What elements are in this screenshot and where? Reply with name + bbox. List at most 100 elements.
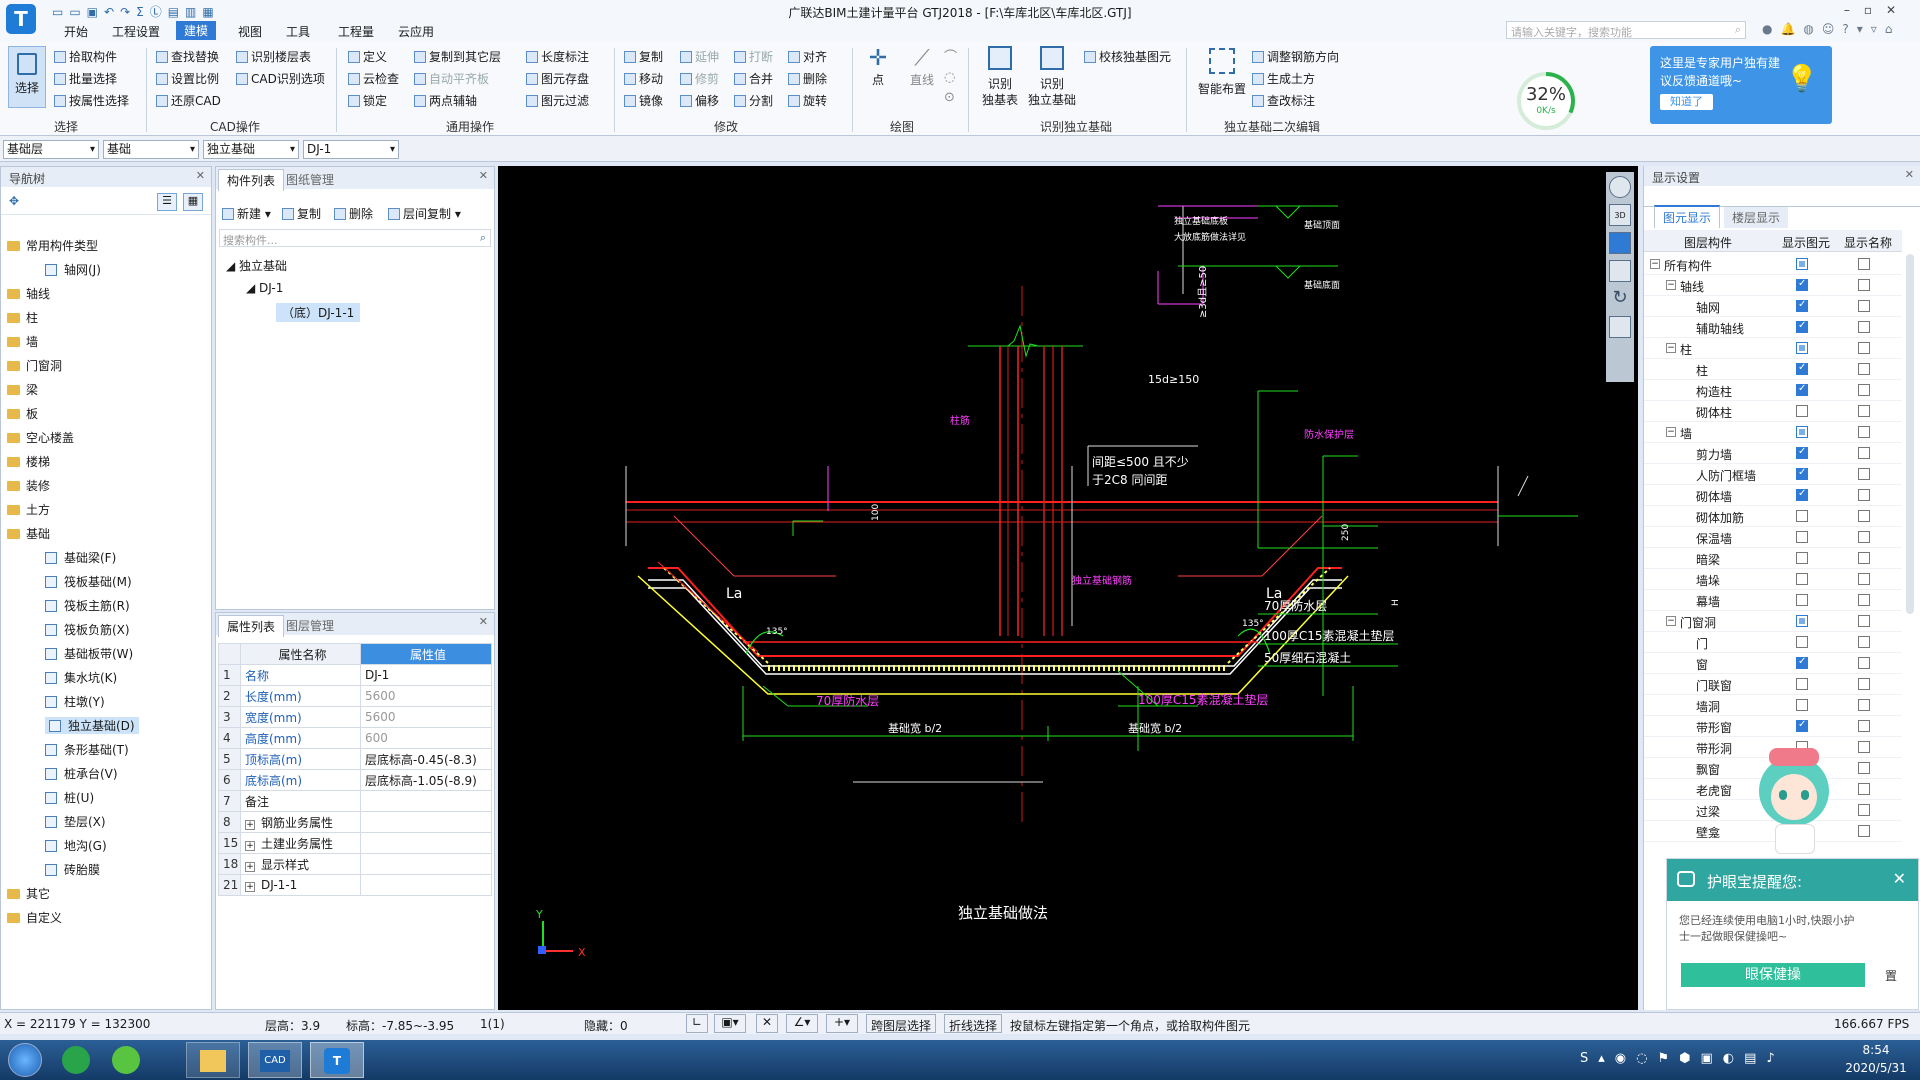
show-name-checkbox[interactable] <box>1858 258 1870 270</box>
mirror-button[interactable]: 镜像 <box>624 92 663 109</box>
tree-foundation-root[interactable]: ◢ 独立基础 <box>226 257 287 274</box>
check-foundation-button[interactable]: 校核独基图元 <box>1084 48 1171 65</box>
merge-button[interactable]: 合并 <box>734 70 773 87</box>
search-input[interactable]: 请输入关键字，搜索功能 ⌕ <box>1506 21 1746 39</box>
show-element-checkbox[interactable] <box>1796 446 1808 459</box>
nav-item-raft-foundation[interactable]: 筏板基础(M) <box>45 573 132 590</box>
file-explorer-icon[interactable] <box>186 1042 240 1078</box>
nav-item-raft-main-rebar[interactable]: 筏板主筋(R) <box>45 597 130 614</box>
component-close-icon[interactable]: ✕ <box>479 169 488 182</box>
move-button[interactable]: 移动 <box>624 70 663 87</box>
app-logo-icon[interactable]: T <box>6 4 36 34</box>
show-element-checkbox[interactable] <box>1796 636 1808 648</box>
group-draw[interactable]: 绘图 <box>890 118 914 135</box>
collapse-icon[interactable]: − <box>1666 343 1676 353</box>
offset-button[interactable]: 偏移 <box>680 92 719 109</box>
property-row[interactable]: 5 顶标高(m) 层底标高-0.45(-8.3) <box>218 748 492 770</box>
extend-button[interactable]: 延伸 <box>680 48 719 65</box>
nav-item-beam[interactable]: 梁 <box>7 381 38 398</box>
show-name-checkbox[interactable] <box>1858 678 1870 690</box>
nav-item-hollow-floor[interactable]: 空心楼盖 <box>7 429 74 446</box>
check-annotation-button[interactable]: 查改标注 <box>1252 92 1315 109</box>
recog-table-button[interactable]: 识别 独基表 <box>978 46 1022 108</box>
property-value[interactable] <box>360 790 492 812</box>
top-view-icon[interactable] <box>1609 232 1631 254</box>
cad-options-button[interactable]: CAD识别选项 <box>236 70 325 87</box>
rotate-button[interactable]: 旋转 <box>788 92 827 109</box>
show-name-checkbox[interactable] <box>1858 573 1870 585</box>
copy-between-floors-button[interactable]: 层间复制 ▾ <box>388 205 461 222</box>
component-search-input[interactable]: 搜索构件... ⌕ <box>219 229 491 247</box>
find-replace-button[interactable]: 查找替换 <box>156 48 219 65</box>
draw-extra-icons[interactable]: ⌒ ◌ ⊙ <box>944 48 957 108</box>
show-name-checkbox[interactable] <box>1858 720 1870 732</box>
3d-view-icon[interactable]: 3D <box>1609 204 1631 226</box>
copy-to-floor-button[interactable]: 复制到其它层 <box>414 48 501 65</box>
nav-item-column-pier[interactable]: 柱墩(Y) <box>45 693 105 710</box>
property-value[interactable] <box>360 874 492 896</box>
show-element-checkbox[interactable] <box>1796 426 1808 438</box>
property-value[interactable]: 5600 <box>360 706 492 728</box>
show-element-checkbox[interactable] <box>1796 467 1808 480</box>
tab-layer-mgmt[interactable]: 图层管理 <box>278 615 342 636</box>
orbit-icon[interactable] <box>1609 176 1631 198</box>
show-element-checkbox[interactable] <box>1796 278 1808 291</box>
nav-item-other[interactable]: 其它 <box>7 885 50 902</box>
nav-item-raft-neg-rebar[interactable]: 筏板负筋(X) <box>45 621 130 638</box>
select-by-attr-button[interactable]: 按属性选择 <box>54 92 129 109</box>
trim-button[interactable]: 修剪 <box>680 70 719 87</box>
expand-icon[interactable]: + <box>245 840 255 851</box>
group-select[interactable]: 选择 <box>54 118 78 135</box>
nav-item-pile[interactable]: 桩(U) <box>45 789 94 806</box>
show-element-checkbox[interactable] <box>1796 258 1808 270</box>
show-name-checkbox[interactable] <box>1858 384 1870 396</box>
user-icons[interactable]: ●🔔◍☺?▾▿⌂ <box>1762 22 1900 36</box>
group-common[interactable]: 通用操作 <box>446 118 494 135</box>
show-name-checkbox[interactable] <box>1858 657 1870 669</box>
nav-item-strip-foundation[interactable]: 条形基础(T) <box>45 741 129 758</box>
ortho-icon[interactable]: ∟ <box>686 1014 708 1033</box>
property-value[interactable]: DJ-1 <box>360 664 492 686</box>
menu-cloud[interactable]: 云应用 <box>398 23 434 40</box>
show-name-checkbox[interactable] <box>1858 594 1870 606</box>
cad-app-icon[interactable]: CAD <box>248 1042 302 1078</box>
show-element-checkbox[interactable] <box>1796 362 1808 375</box>
define-button[interactable]: 定义 <box>348 48 387 65</box>
tray-icons[interactable]: S▴◉◌⚑⬢▣◐▤♪ <box>1580 1051 1785 1066</box>
nav-item-foundation-strip[interactable]: 基础板带(W) <box>45 645 133 662</box>
property-value[interactable] <box>360 853 492 875</box>
break-button[interactable]: 打断 <box>734 48 773 65</box>
save-element-button[interactable]: 图元存盘 <box>526 70 589 87</box>
polyline-select-button[interactable]: 折线选择 <box>944 1014 1003 1033</box>
show-element-checkbox[interactable] <box>1796 342 1808 354</box>
expand-icon[interactable]: + <box>245 882 255 892</box>
menu-tools[interactable]: 工具 <box>286 23 310 40</box>
snap-icon[interactable]: ▣▾ <box>714 1014 746 1033</box>
group-cad[interactable]: CAD操作 <box>210 118 260 135</box>
show-name-checkbox[interactable] <box>1858 531 1870 543</box>
media-player-icon[interactable] <box>62 1046 90 1074</box>
refresh-icon[interactable]: ↻ <box>1609 288 1631 310</box>
box-view-icon[interactable] <box>1609 260 1631 282</box>
show-name-checkbox[interactable] <box>1858 552 1870 564</box>
property-value[interactable]: 层底标高-0.45(-8.3) <box>360 748 492 770</box>
pin-icon[interactable]: ✥ <box>9 194 19 208</box>
show-element-checkbox[interactable] <box>1796 573 1808 585</box>
nav-item-column[interactable]: 柱 <box>7 309 38 326</box>
lock-button[interactable]: 锁定 <box>348 92 387 109</box>
show-name-checkbox[interactable] <box>1858 468 1870 480</box>
property-value[interactable] <box>360 811 492 833</box>
group-modify[interactable]: 修改 <box>714 118 738 135</box>
show-name-checkbox[interactable] <box>1858 279 1870 291</box>
show-name-checkbox[interactable] <box>1858 426 1870 438</box>
property-row[interactable]: 3 宽度(mm) 5600 <box>218 706 492 728</box>
show-element-checkbox[interactable] <box>1796 552 1808 564</box>
show-element-checkbox[interactable] <box>1796 615 1808 627</box>
nav-item-isolated-foundation[interactable]: 独立基础(D) <box>45 717 139 734</box>
element-filter-button[interactable]: 图元过滤 <box>526 92 589 109</box>
show-name-checkbox[interactable] <box>1858 363 1870 375</box>
window-controls[interactable]: –▫✕ <box>1844 3 1910 17</box>
show-element-checkbox[interactable] <box>1796 678 1808 690</box>
show-name-checkbox[interactable] <box>1858 447 1870 459</box>
floor-combo[interactable]: 基础层 <box>3 140 99 159</box>
